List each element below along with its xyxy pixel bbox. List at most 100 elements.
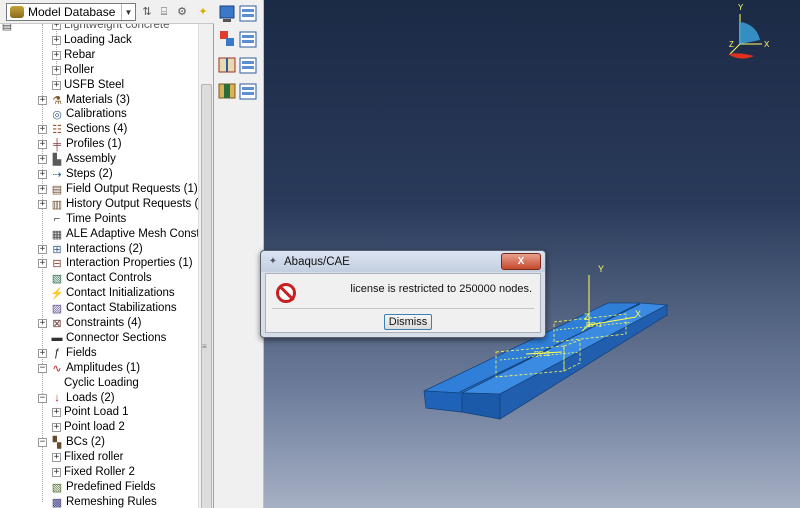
- tree-item[interactable]: + ▤ Lightweight concrete: [0, 24, 198, 33]
- expand-icon[interactable]: +: [38, 319, 47, 328]
- create-mesh-part-button[interactable]: [219, 5, 235, 22]
- expand-icon[interactable]: +: [52, 453, 61, 463]
- tree-item[interactable]: + Point Load 1: [0, 405, 198, 420]
- tree-item-label: Rebar: [64, 48, 96, 61]
- dialog-titlebar[interactable]: ✦ Abaqus/CAE X: [261, 251, 545, 272]
- tree-options-icon[interactable]: ⚙: [174, 4, 190, 20]
- tree-item[interactable]: + ⊟ Interaction Properties (1): [0, 256, 198, 271]
- tree-item-label: Contact Stabilizations: [66, 302, 177, 315]
- create-surface-button[interactable]: [218, 83, 236, 99]
- expand-icon[interactable]: +: [52, 65, 61, 75]
- tree-item[interactable]: − ↓ Loads (2): [0, 391, 198, 406]
- triad-z-label: Z: [729, 40, 734, 49]
- part-manager-button[interactable]: [239, 5, 257, 22]
- expand-icon[interactable]: +: [38, 95, 47, 105]
- triad-sphere-icon: [740, 22, 760, 44]
- tree-item-label: BCs (2): [66, 436, 105, 449]
- expand-icon[interactable]: +: [38, 348, 47, 358]
- model-database-label: Model Database: [28, 5, 116, 19]
- expand-icon[interactable]: +: [38, 140, 47, 150]
- steps-icon: ⇢: [52, 169, 62, 181]
- expand-icon[interactable]: +: [38, 184, 47, 194]
- expand-icon[interactable]: +: [52, 50, 61, 60]
- tree-item-label: Time Points: [66, 212, 127, 225]
- scrollbar-thumb[interactable]: [201, 84, 212, 508]
- chevron-down-icon[interactable]: ▼: [121, 4, 135, 20]
- remeshing-rules-icon: ▩: [51, 496, 63, 508]
- create-mesh-region-button[interactable]: [220, 31, 234, 46]
- tree-item[interactable]: Cyclic Loading: [0, 376, 198, 391]
- tree-item[interactable]: + Loading Jack: [0, 33, 198, 48]
- create-set-button[interactable]: [218, 57, 236, 73]
- loads-icon: ↓: [54, 392, 60, 404]
- mesh-region-manager-button[interactable]: [239, 31, 257, 48]
- tree-item[interactable]: − ▚ BCs (2): [0, 435, 198, 450]
- tree-item[interactable]: ▨ Contact Stabilizations: [0, 301, 198, 316]
- dialog-separator: [272, 308, 534, 309]
- tree-item-label: ALE Adaptive Mesh Constraints: [66, 227, 198, 240]
- tree-item[interactable]: ▬ Connector Sections: [0, 331, 198, 346]
- tree-item[interactable]: + ▙ Assembly: [0, 152, 198, 167]
- model-tree: + ▤ Lightweight concrete + Loading Jack + Reba…: [0, 24, 198, 508]
- tree-item[interactable]: + ⚗ Materials (3): [0, 93, 198, 108]
- tree-item[interactable]: + ⊠ Constraints (4): [0, 316, 198, 331]
- tree-item-label: Lightweight concrete: [64, 24, 170, 31]
- tree-item[interactable]: ▩ Remeshing Rules: [0, 495, 198, 508]
- tree-item[interactable]: + Flixed roller: [0, 450, 198, 465]
- tree-item[interactable]: + Roller: [0, 63, 198, 78]
- tree-item[interactable]: + Rebar: [0, 48, 198, 63]
- tree-item[interactable]: + ⇢ Steps (2): [0, 167, 198, 182]
- tree-item[interactable]: + ☷ Sections (4): [0, 122, 198, 137]
- tree-item[interactable]: ▧ Contact Controls: [0, 271, 198, 286]
- tree-item[interactable]: + USFB Steel: [0, 78, 198, 93]
- expand-icon[interactable]: +: [38, 244, 47, 254]
- contact-stabilizations-icon: ▨: [51, 303, 63, 316]
- tree-item[interactable]: ◎ Calibrations: [0, 107, 198, 122]
- triad-y-label: Y: [738, 3, 744, 12]
- surface-manager-button[interactable]: [239, 83, 257, 100]
- tree-item[interactable]: + Point load 2: [0, 420, 198, 435]
- lightbulb-icon[interactable]: ✦: [195, 4, 211, 20]
- field-output-icon: ▤: [51, 183, 63, 196]
- expand-icon[interactable]: +: [38, 170, 47, 179]
- close-button[interactable]: X: [501, 253, 541, 270]
- tree-scrollbar[interactable]: ≡: [198, 24, 213, 508]
- collapse-icon[interactable]: −: [38, 438, 47, 448]
- expand-icon[interactable]: +: [52, 468, 61, 477]
- model-database-select[interactable]: Model Database ▼: [6, 3, 136, 21]
- tree-item-label: Loading Jack: [64, 33, 132, 46]
- dismiss-button[interactable]: Dismiss: [384, 314, 432, 330]
- tree-item[interactable]: + Fixed Roller 2: [0, 465, 198, 480]
- expand-icon[interactable]: +: [52, 423, 61, 433]
- expand-icon[interactable]: +: [52, 80, 61, 90]
- sort-arrows-icon[interactable]: ⇅: [139, 4, 155, 20]
- tree-item[interactable]: ⌐ Time Points: [0, 212, 198, 227]
- tree-item[interactable]: + ⊞ Interactions (2): [0, 242, 198, 257]
- expand-icon[interactable]: +: [52, 24, 61, 30]
- collapse-icon[interactable]: −: [38, 393, 47, 403]
- expand-icon[interactable]: +: [38, 259, 47, 269]
- tree-item[interactable]: ▧ Predefined Fields: [0, 480, 198, 495]
- tree-item-label: Field Output Requests (1): [66, 182, 198, 195]
- filter-icon[interactable]: ⌸: [156, 4, 172, 20]
- tree-item[interactable]: + ▤ Field Output Requests (1): [0, 182, 198, 197]
- tree-item[interactable]: ▦ALE Adaptive Mesh Constraints: [0, 227, 198, 242]
- collapse-icon[interactable]: −: [38, 363, 47, 373]
- expand-icon[interactable]: +: [52, 408, 61, 418]
- set-manager-button[interactable]: [239, 57, 257, 74]
- interaction-properties-icon: ⊟: [52, 258, 62, 271]
- constraints-icon: ⊠: [52, 318, 62, 330]
- expand-icon[interactable]: +: [38, 199, 47, 209]
- tree-item-label: Fixed Roller 2: [64, 466, 135, 478]
- expand-icon[interactable]: +: [38, 155, 47, 165]
- expand-icon[interactable]: +: [52, 35, 61, 45]
- tree-item[interactable]: − ∿ Amplitudes (1): [0, 361, 198, 376]
- tree-item[interactable]: ⚡ Contact Initializations: [0, 286, 198, 301]
- tree-item[interactable]: + ƒ Fields: [0, 346, 198, 361]
- expand-icon[interactable]: +: [38, 125, 47, 135]
- tree-item-label: Contact Controls: [66, 272, 152, 285]
- tree-item-label: Contact Initializations: [66, 287, 175, 300]
- model-z-label: Z: [584, 312, 590, 322]
- tree-item[interactable]: + ▥ History Output Requests (1): [0, 197, 198, 212]
- tree-item[interactable]: + ╪ Profiles (1): [0, 137, 198, 152]
